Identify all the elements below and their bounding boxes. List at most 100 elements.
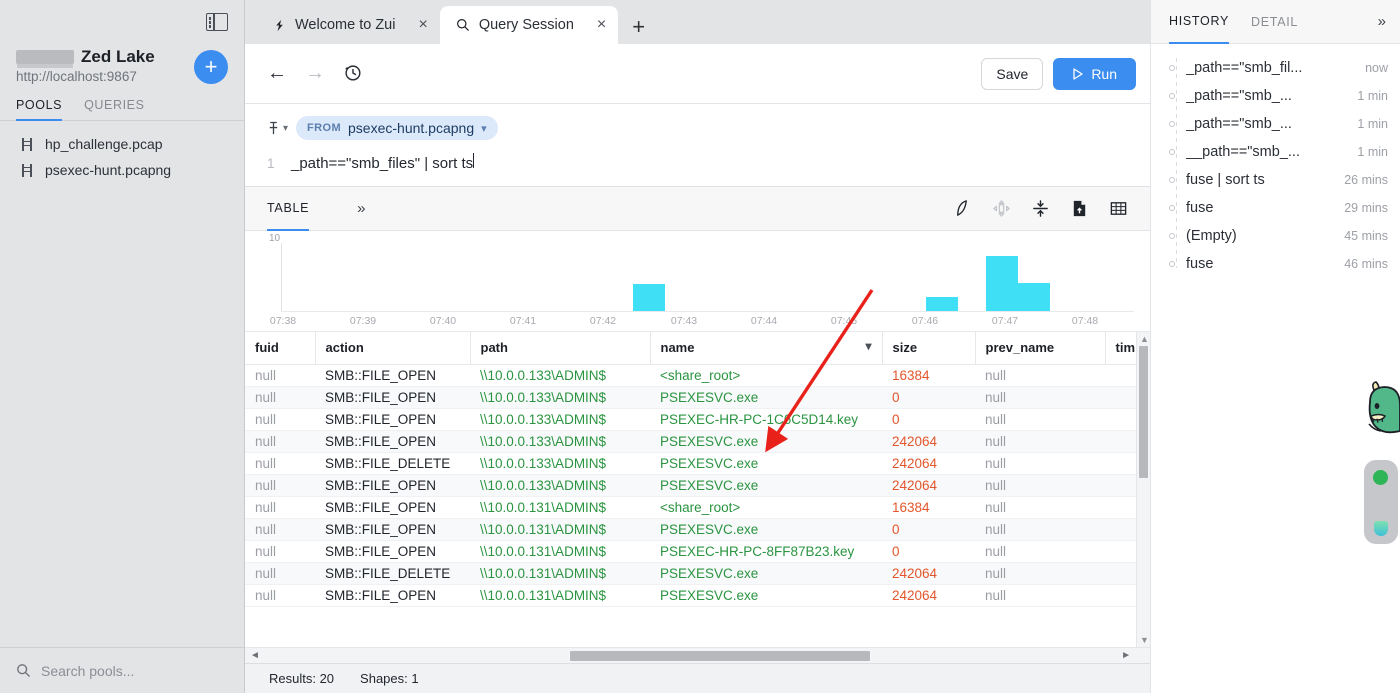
horizontal-scroll-thumb[interactable] xyxy=(570,651,870,661)
chevron-double-right-icon[interactable]: » xyxy=(357,200,365,217)
zui-app-window: Zed Lake http://localhost:9867 + POOLS Q… xyxy=(0,0,1400,693)
cell-prev-name: null xyxy=(975,518,1105,541)
table-row[interactable]: null SMB::FILE_DELETE \\10.0.0.131\ADMIN$ P… xyxy=(245,562,1150,585)
expand-arrows-icon[interactable] xyxy=(992,199,1011,218)
play-icon xyxy=(1073,67,1083,80)
history-query: _path=="smb_... xyxy=(1186,88,1292,104)
clock-history-icon[interactable] xyxy=(343,63,362,85)
time-histogram[interactable]: 10 07:38 07:39 07:40 07:41 07:42 07:43 0… xyxy=(245,231,1150,331)
vertical-scroll-thumb[interactable] xyxy=(1139,346,1148,478)
tab-table[interactable]: TABLE xyxy=(267,187,310,231)
shield-icon[interactable] xyxy=(1374,521,1388,536)
table-row[interactable]: null SMB::FILE_OPEN \\10.0.0.133\ADMIN$ PSE… xyxy=(245,430,1150,453)
history-item[interactable]: _path=="smb_... 1 min xyxy=(1151,82,1400,110)
chevron-down-icon: ▾ xyxy=(283,122,289,134)
column-header-action[interactable]: action xyxy=(315,332,471,365)
history-query: __path=="smb_... xyxy=(1186,144,1300,160)
run-button[interactable]: Run xyxy=(1053,57,1136,90)
shapes-count: Shapes: 1 xyxy=(360,671,419,686)
table-row[interactable]: null SMB::FILE_OPEN \\10.0.0.133\ADMIN$ <sh… xyxy=(245,364,1150,387)
cell-name: PSEXESVC.exe xyxy=(650,430,882,453)
cell-prev-name: null xyxy=(975,496,1105,519)
pool-icon xyxy=(22,137,35,151)
cell-name: PSEXESVC.exe xyxy=(650,386,882,409)
save-button[interactable]: Save xyxy=(981,57,1044,90)
sidebar-tab-pools[interactable]: POOLS xyxy=(16,98,63,121)
chevron-down-icon[interactable]: ▾ xyxy=(865,339,871,353)
cell-fuid: null xyxy=(245,474,315,497)
history-item[interactable]: _path=="smb_fil... now xyxy=(1151,54,1400,82)
cell-prev-name: null xyxy=(975,584,1105,607)
tab-history[interactable]: HISTORY xyxy=(1169,0,1230,44)
column-header-fuid[interactable]: fuid xyxy=(245,332,316,365)
table-row[interactable]: null SMB::FILE_DELETE \\10.0.0.133\ADMIN$ P… xyxy=(245,452,1150,475)
new-tab-button[interactable]: + xyxy=(618,16,659,44)
history-item[interactable]: __path=="smb_... 1 min xyxy=(1151,138,1400,166)
scroll-right-icon[interactable]: ► xyxy=(1121,650,1131,661)
table-row[interactable]: null SMB::FILE_OPEN \\10.0.0.131\ADMIN$ PSE… xyxy=(245,584,1150,607)
table-row[interactable]: null SMB::FILE_OPEN \\10.0.0.133\ADMIN$ PSE… xyxy=(245,386,1150,409)
scroll-down-icon[interactable]: ▼ xyxy=(1140,635,1149,645)
table-horizontal-scrollbar[interactable]: ◄ ► xyxy=(245,647,1150,663)
cell-action: SMB::FILE_OPEN xyxy=(315,474,470,497)
table-row[interactable]: null SMB::FILE_OPEN \\10.0.0.133\ADMIN$ PSE… xyxy=(245,408,1150,431)
floating-widget[interactable] xyxy=(1364,460,1398,544)
histogram-bar[interactable] xyxy=(926,297,958,311)
x-tick: 07:41 xyxy=(509,315,537,327)
history-item[interactable]: _path=="smb_... 1 min xyxy=(1151,110,1400,138)
column-header-path[interactable]: path xyxy=(470,332,651,365)
scroll-left-icon[interactable]: ◄ xyxy=(250,650,260,661)
text-caret xyxy=(473,153,475,168)
history-dot-icon xyxy=(1169,121,1175,127)
search-pools-field[interactable]: Search pools... xyxy=(0,647,244,693)
history-item[interactable]: fuse | sort ts 26 mins xyxy=(1151,166,1400,194)
export-file-icon[interactable] xyxy=(1070,199,1089,218)
arrow-right-icon[interactable]: → xyxy=(305,62,325,85)
cell-name: PSEXESVC.exe xyxy=(650,562,882,585)
cell-prev-name: null xyxy=(975,386,1105,409)
histogram-bar[interactable] xyxy=(986,256,1018,311)
panel-toggle-icon[interactable] xyxy=(206,13,228,31)
pool-item-psexec-hunt[interactable]: psexec-hunt.pcapng xyxy=(0,157,244,183)
scroll-up-icon[interactable]: ▲ xyxy=(1140,334,1149,344)
table-vertical-scrollbar[interactable]: ▲ ▼ xyxy=(1136,332,1150,647)
histogram-bar[interactable] xyxy=(633,284,665,311)
histogram-bar[interactable] xyxy=(1018,283,1050,311)
close-icon[interactable]: × xyxy=(418,17,427,33)
history-item[interactable]: fuse 46 mins xyxy=(1151,250,1400,278)
history-item[interactable]: (Empty) 45 mins xyxy=(1151,222,1400,250)
column-header-prev-name[interactable]: prev_name xyxy=(975,332,1106,365)
column-header-name[interactable]: name ▾ xyxy=(650,332,883,365)
table-row[interactable]: null SMB::FILE_OPEN \\10.0.0.131\ADMIN$ <sh… xyxy=(245,496,1150,519)
dinosaur-mascot-icon[interactable] xyxy=(1356,380,1400,452)
close-icon[interactable]: × xyxy=(597,17,606,33)
pool-item-hp-challenge[interactable]: hp_challenge.pcap xyxy=(0,131,244,157)
green-status-dot-icon[interactable] xyxy=(1373,470,1388,485)
table-row[interactable]: null SMB::FILE_OPEN \\10.0.0.133\ADMIN$ PSE… xyxy=(245,474,1150,497)
column-header-size[interactable]: size xyxy=(882,332,976,365)
cell-size: 242064 xyxy=(882,474,975,497)
cell-action: SMB::FILE_OPEN xyxy=(315,364,470,387)
table-grid-icon[interactable] xyxy=(1109,199,1128,218)
history-item[interactable]: fuse 29 mins xyxy=(1151,194,1400,222)
collapse-vertical-icon[interactable] xyxy=(1031,199,1050,218)
table-row[interactable]: null SMB::FILE_OPEN \\10.0.0.131\ADMIN$ PSE… xyxy=(245,518,1150,541)
arrow-left-icon[interactable]: ← xyxy=(267,62,287,85)
cell-prev-name: null xyxy=(975,452,1105,475)
cell-size: 242064 xyxy=(882,452,975,475)
results-count: Results: 20 xyxy=(269,671,335,686)
query-input[interactable]: _path=="smb_files" | sort ts xyxy=(291,155,473,172)
sidebar-tab-queries[interactable]: QUERIES xyxy=(84,98,144,120)
from-pool-pill[interactable]: FROM psexec-hunt.pcapng ▾ xyxy=(296,116,498,140)
tab-detail[interactable]: DETAIL xyxy=(1251,0,1298,44)
add-pool-button[interactable]: + xyxy=(194,50,228,84)
cell-fuid: null xyxy=(245,430,315,453)
zed-fin-icon[interactable] xyxy=(953,199,972,218)
cell-action: SMB::FILE_OPEN xyxy=(315,496,470,519)
history-query: _path=="smb_... xyxy=(1186,116,1292,132)
chevron-double-right-icon[interactable]: » xyxy=(1378,13,1386,30)
tab-welcome-to-zui[interactable]: Welcome to Zui × xyxy=(257,6,440,44)
table-row[interactable]: null SMB::FILE_OPEN \\10.0.0.131\ADMIN$ PSE… xyxy=(245,540,1150,563)
tab-query-session[interactable]: Query Session × xyxy=(439,6,619,44)
pin-icon[interactable]: ▾ xyxy=(267,121,288,136)
